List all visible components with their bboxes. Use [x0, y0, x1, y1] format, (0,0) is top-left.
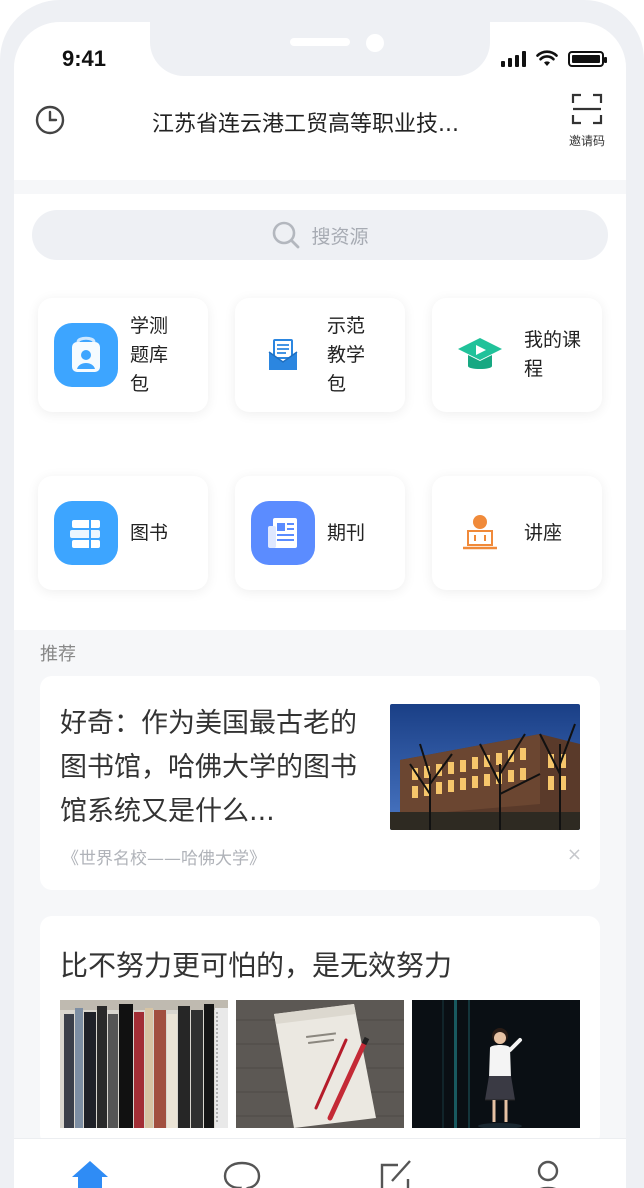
history-clock-icon[interactable]: [34, 104, 66, 136]
school-title[interactable]: 江苏省连云港工贸高等职业技...: [152, 106, 492, 138]
app-screen: 9:41 江苏省连云港工贸高等职业技... 邀请码 搜资源 学测题库包 示范教学…: [14, 22, 626, 1188]
tile-quiz-bank[interactable]: 学测题库包: [38, 298, 208, 412]
dismiss-article-button[interactable]: ×: [567, 844, 582, 865]
home-icon[interactable]: [70, 1157, 110, 1188]
tile-lectures[interactable]: 讲座: [432, 476, 602, 590]
speaker: [290, 38, 350, 46]
article-card[interactable]: 好奇：作为美国最古老的图书馆，哈佛大学的图书馆系统又是什么... 《世界名校——…: [40, 676, 600, 890]
cellular-signal-icon: [501, 51, 526, 67]
lecture-icon: [448, 501, 512, 565]
recommend-section-label: 推荐: [40, 644, 76, 665]
edit-icon[interactable]: [376, 1157, 416, 1188]
tile-label: 示范教学包: [327, 314, 366, 395]
tile-journals[interactable]: 期刊: [235, 476, 405, 590]
tile-label: 图书: [130, 521, 169, 544]
wifi-icon: [536, 50, 558, 66]
article-title[interactable]: 比不努力更可怕的，是无效努力: [60, 944, 452, 984]
feature-panel: 搜资源 学测题库包 示范教学包 我的课程 图书 期刊 讲座: [14, 194, 626, 630]
app-header: 江苏省连云港工贸高等职业技... 邀请码: [14, 92, 626, 180]
search-placeholder: 搜资源: [311, 225, 369, 248]
message-icon[interactable]: [222, 1157, 262, 1188]
invite-code-label: 邀请码: [568, 134, 605, 148]
tile-label: 讲座: [524, 521, 563, 544]
article-thumbnail-library[interactable]: [390, 704, 580, 830]
battery-icon: [568, 51, 607, 67]
tile-demo-teaching[interactable]: 示范教学包: [235, 298, 405, 412]
article-thumbnail-notebook[interactable]: [236, 1000, 404, 1128]
article-thumbnail-speaker[interactable]: [412, 1000, 580, 1128]
tile-label: 期刊: [327, 521, 366, 544]
status-icons: [501, 50, 607, 67]
scan-icon: [571, 93, 603, 125]
search-icon: [273, 221, 300, 249]
books-icon: [54, 501, 118, 565]
bottom-tab-bar: [14, 1138, 626, 1188]
device-frame: 9:41 江苏省连云港工贸高等职业技... 邀请码 搜资源 学测题库包 示范教学…: [0, 0, 644, 1188]
invite-code-button[interactable]: 邀请码: [562, 92, 612, 152]
article-card[interactable]: 比不努力更可怕的，是无效努力: [40, 916, 600, 1146]
search-input[interactable]: 搜资源: [32, 210, 608, 260]
tile-my-courses[interactable]: 我的课程: [432, 298, 602, 412]
profile-icon[interactable]: [528, 1157, 568, 1188]
tile-label: 我的课程: [524, 329, 582, 380]
status-bar: 9:41: [14, 22, 626, 92]
envelope-icon: [251, 323, 315, 387]
status-time: 9:41: [62, 46, 107, 71]
course-cap-icon: [448, 323, 512, 387]
article-thumbnail-bookshelf[interactable]: [60, 1000, 228, 1128]
tile-label: 学测题库包: [130, 314, 169, 395]
article-title[interactable]: 好奇：作为美国最古老的图书馆，哈佛大学的图书馆系统又是什么...: [60, 702, 370, 834]
device-notch: [150, 22, 490, 76]
camera: [366, 34, 384, 52]
tile-books[interactable]: 图书: [38, 476, 208, 590]
article-source: 《世界名校——哈佛大学》: [62, 849, 266, 869]
journal-icon: [251, 501, 315, 565]
quiz-bag-icon: [54, 323, 118, 387]
